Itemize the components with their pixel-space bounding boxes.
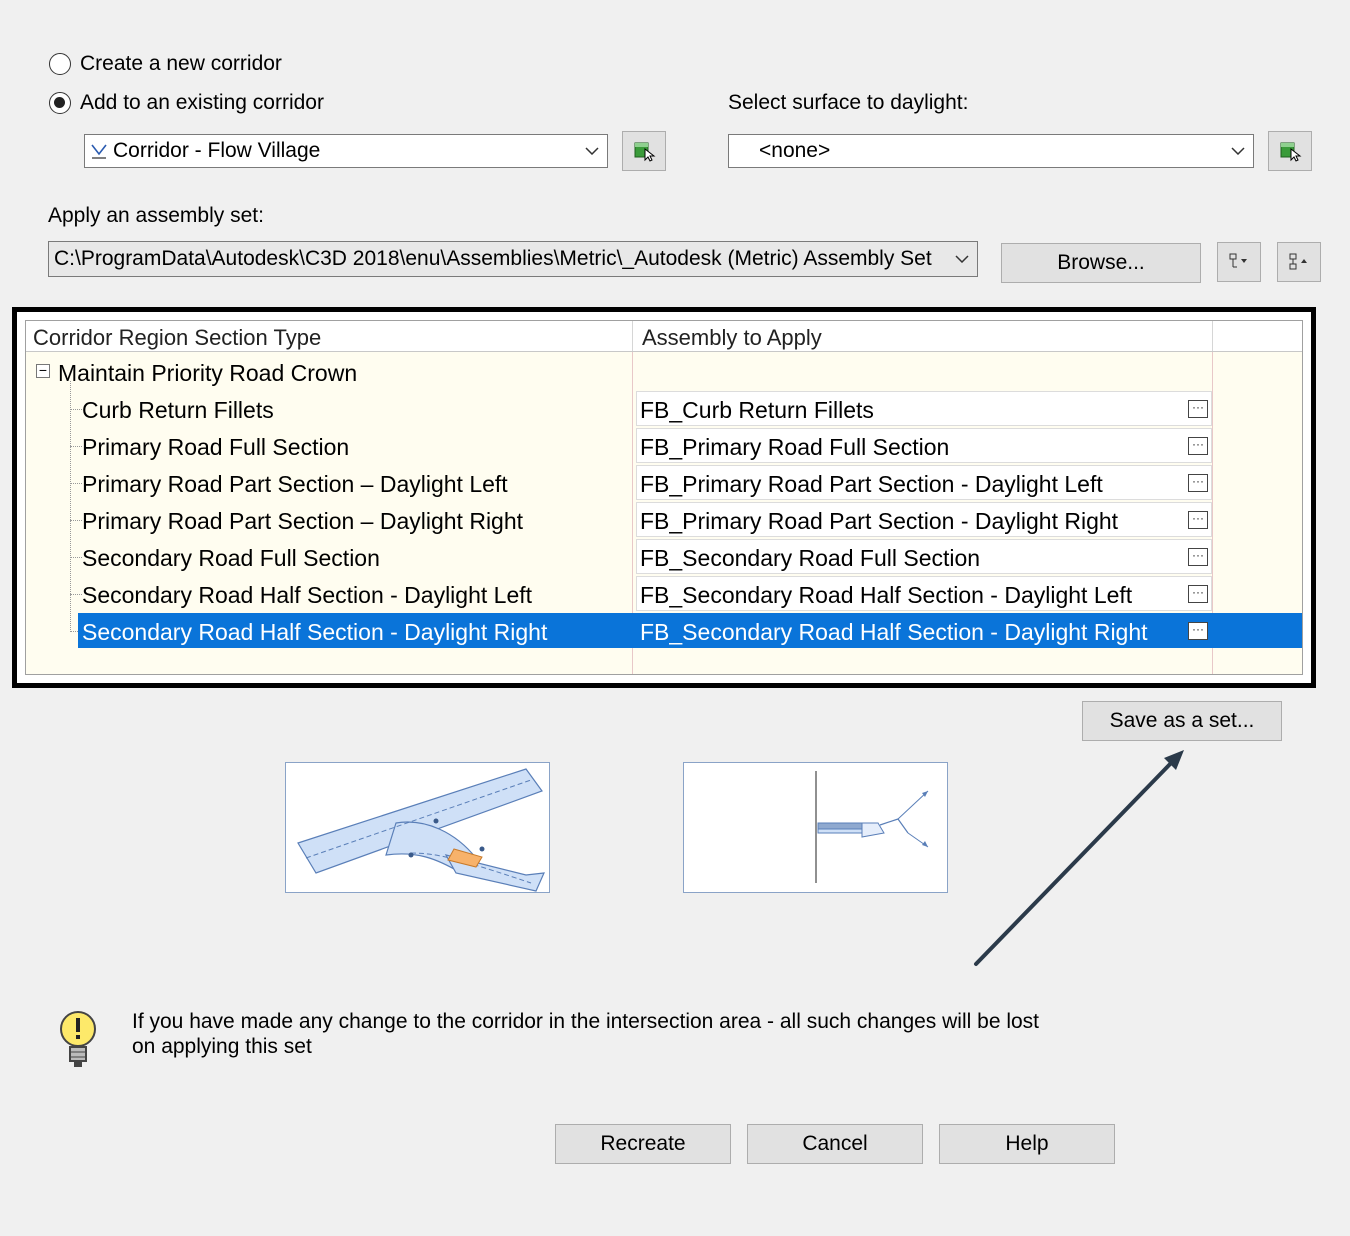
recreate-button[interactable]: Recreate: [555, 1124, 731, 1164]
grid-row[interactable]: Primary Road Full Section FB_Primary Roa…: [26, 428, 1302, 465]
grid-group-label: Maintain Priority Road Crown: [58, 360, 358, 386]
section-type-cell: Primary Road Part Section – Daylight Rig…: [82, 508, 524, 534]
ellipsis-button[interactable]: ···: [1188, 511, 1208, 529]
chevron-down-icon: [947, 250, 977, 268]
ellipsis-button[interactable]: ···: [1188, 622, 1208, 640]
ellipsis-button[interactable]: ···: [1188, 548, 1208, 566]
collapse-icon[interactable]: −: [36, 363, 50, 378]
grid-row[interactable]: Primary Road Part Section – Daylight Lef…: [26, 465, 1302, 502]
assembly-cell-text: FB_Curb Return Fillets: [640, 397, 874, 423]
assembly-cell-text: FB_Secondary Road Half Section - Dayligh…: [640, 619, 1148, 645]
assembly-cell-text: FB_Secondary Road Half Section - Dayligh…: [640, 582, 1133, 608]
annotation-arrow: [974, 750, 1184, 966]
grid-row[interactable]: Curb Return Fillets FB_Curb Return Fille…: [26, 391, 1302, 428]
section-type-cell: Curb Return Fillets: [82, 397, 274, 423]
pick-surface-button[interactable]: [1268, 131, 1312, 171]
grid-row[interactable]: Secondary Road Full Section FB_Secondary…: [26, 539, 1302, 576]
chevron-down-icon: [1223, 142, 1253, 160]
corridor-dropdown-value: Corridor - Flow Village: [113, 139, 321, 162]
warning-text-line1: If you have made any change to the corri…: [132, 1010, 1040, 1033]
lightbulb-icon: [56, 1009, 100, 1076]
ellipsis-button[interactable]: ···: [1188, 437, 1208, 455]
region-assembly-grid: Corridor Region Section Type Assembly to…: [12, 307, 1316, 688]
grid-row[interactable]: Secondary Road Half Section - Daylight L…: [26, 576, 1302, 613]
tree-collapse-icon: [1229, 253, 1247, 268]
help-button[interactable]: Help: [939, 1124, 1115, 1164]
corridor-icon: [85, 142, 113, 160]
ellipsis-button[interactable]: ···: [1188, 585, 1208, 603]
add-corridor-label[interactable]: Add to an existing corridor: [80, 91, 324, 115]
surface-dropdown[interactable]: <none>: [728, 134, 1254, 168]
grid-row-selected[interactable]: Secondary Road Half Section - Daylight R…: [26, 613, 1302, 650]
expand-tree-button[interactable]: [1277, 242, 1321, 282]
add-corridor-radio[interactable]: [49, 92, 71, 114]
assembly-cell[interactable]: FB_Primary Road Full Section ···: [636, 428, 1212, 463]
grid-column-assembly[interactable]: Assembly to Apply: [642, 325, 822, 351]
corridor-dropdown[interactable]: Corridor - Flow Village: [84, 134, 608, 168]
section-type-cell: Secondary Road Half Section - Daylight R…: [82, 619, 548, 645]
grid-header: Corridor Region Section Type Assembly to…: [26, 321, 1302, 352]
assembly-cell-text: FB_Primary Road Part Section - Daylight …: [640, 508, 1119, 534]
grid-column-section-type[interactable]: Corridor Region Section Type: [33, 325, 321, 351]
pick-corridor-button[interactable]: [622, 131, 666, 171]
tree-expand-icon: [1289, 253, 1307, 270]
assembly-set-dropdown[interactable]: C:\ProgramData\Autodesk\C3D 2018\enu\Ass…: [48, 241, 978, 277]
grid-body: Corridor Region Section Type Assembly to…: [25, 320, 1303, 675]
create-corridor-radio[interactable]: [49, 53, 71, 75]
assembly-set-path: C:\ProgramData\Autodesk\C3D 2018\enu\Ass…: [54, 247, 932, 270]
assembly-cell[interactable]: FB_Primary Road Part Section - Daylight …: [636, 502, 1212, 537]
grid-group-row[interactable]: − Maintain Priority Road Crown: [26, 354, 1302, 391]
assembly-cell[interactable]: FB_Secondary Road Half Section - Dayligh…: [636, 613, 1212, 648]
surface-label: Select surface to daylight:: [728, 91, 969, 114]
warning-text-line2: on applying this set: [132, 1035, 312, 1058]
assembly-set-label: Apply an assembly set:: [48, 204, 264, 227]
ellipsis-button[interactable]: ···: [1188, 474, 1208, 492]
chevron-down-icon: [577, 142, 607, 160]
section-type-cell: Primary Road Full Section: [82, 434, 350, 460]
cancel-button[interactable]: Cancel: [747, 1124, 923, 1164]
assembly-cell[interactable]: FB_Primary Road Part Section - Daylight …: [636, 465, 1212, 500]
section-type-cell: Secondary Road Half Section - Daylight L…: [82, 582, 533, 608]
intersection-preview-image: [285, 762, 550, 893]
ellipsis-button[interactable]: ···: [1188, 400, 1208, 418]
section-type-cell: Secondary Road Full Section: [82, 545, 380, 571]
section-type-cell: Primary Road Part Section – Daylight Lef…: [82, 471, 508, 497]
pick-in-drawing-icon: [634, 142, 656, 162]
assembly-cell-text: FB_Secondary Road Full Section: [640, 545, 981, 571]
grid-row[interactable]: Primary Road Part Section – Daylight Rig…: [26, 502, 1302, 539]
assembly-cell-text: FB_Primary Road Part Section - Daylight …: [640, 471, 1103, 497]
assembly-cell[interactable]: FB_Secondary Road Full Section ···: [636, 539, 1212, 574]
section-preview-image: [683, 762, 948, 893]
assembly-cell[interactable]: FB_Curb Return Fillets ···: [636, 391, 1212, 426]
assembly-cell[interactable]: FB_Secondary Road Half Section - Dayligh…: [636, 576, 1212, 611]
pick-in-drawing-icon: [1280, 142, 1302, 162]
save-as-set-button[interactable]: Save as a set...: [1082, 701, 1282, 741]
collapse-tree-button[interactable]: [1217, 242, 1261, 282]
browse-button[interactable]: Browse...: [1001, 243, 1201, 283]
create-corridor-label[interactable]: Create a new corridor: [80, 52, 282, 76]
assembly-cell-text: FB_Primary Road Full Section: [640, 434, 950, 460]
surface-dropdown-value: <none>: [759, 139, 831, 162]
